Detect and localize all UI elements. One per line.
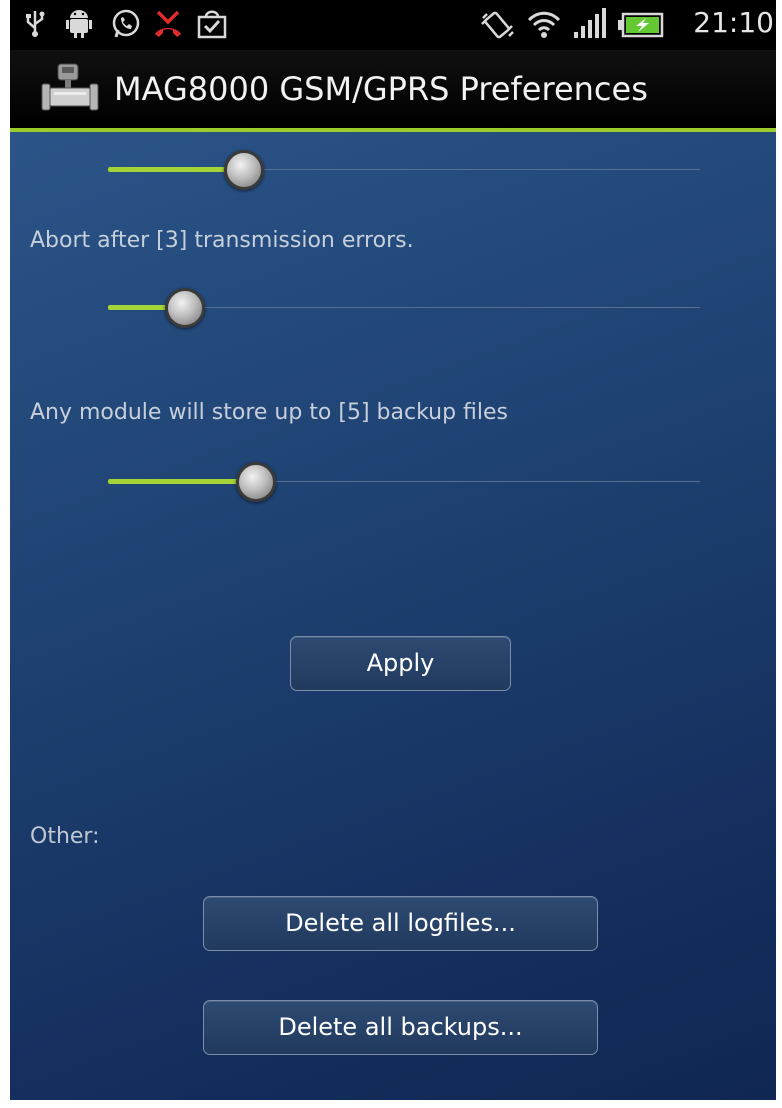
slider-fill (108, 479, 256, 484)
transmission-errors-label: Abort after [3] transmission errors. (30, 228, 414, 253)
delete-logfiles-button[interactable]: Delete all logfiles... (203, 896, 598, 951)
page-title: MAG8000 GSM/GPRS Preferences (114, 70, 648, 108)
wifi-icon (526, 8, 562, 44)
apply-button[interactable]: Apply (290, 636, 511, 691)
status-clock: 21:10 (693, 6, 774, 39)
android-debug-icon (66, 8, 92, 44)
preferences-panel: Abort after [3] transmission errors. Any… (10, 132, 776, 1100)
missed-call-icon (152, 8, 184, 44)
slider-transmission-errors[interactable] (108, 288, 700, 328)
battery-charging-icon (618, 12, 664, 42)
slider-thumb[interactable] (236, 462, 276, 502)
status-bar: 21:10 (10, 0, 776, 50)
backup-files-label: Any module will store up to [5] backup f… (30, 400, 509, 425)
delete-backups-button[interactable]: Delete all backups... (203, 1000, 598, 1055)
title-bar: MAG8000 GSM/GPRS Preferences (10, 50, 776, 132)
slider-thumb[interactable] (224, 150, 265, 190)
flowmeter-icon (40, 62, 100, 118)
phone-screen: 21:10 MAG8000 GSM/GPRS Preferences Abort… (10, 0, 776, 1100)
whatsapp-icon (110, 8, 142, 44)
slider-backup-files[interactable] (108, 462, 700, 502)
usb-icon (24, 8, 46, 42)
market-update-icon (196, 8, 228, 44)
slider-first[interactable] (108, 150, 700, 190)
signal-icon (572, 8, 606, 44)
vibrate-icon (480, 8, 516, 44)
slider-thumb[interactable] (164, 288, 205, 328)
other-section-label: Other: (30, 824, 100, 849)
